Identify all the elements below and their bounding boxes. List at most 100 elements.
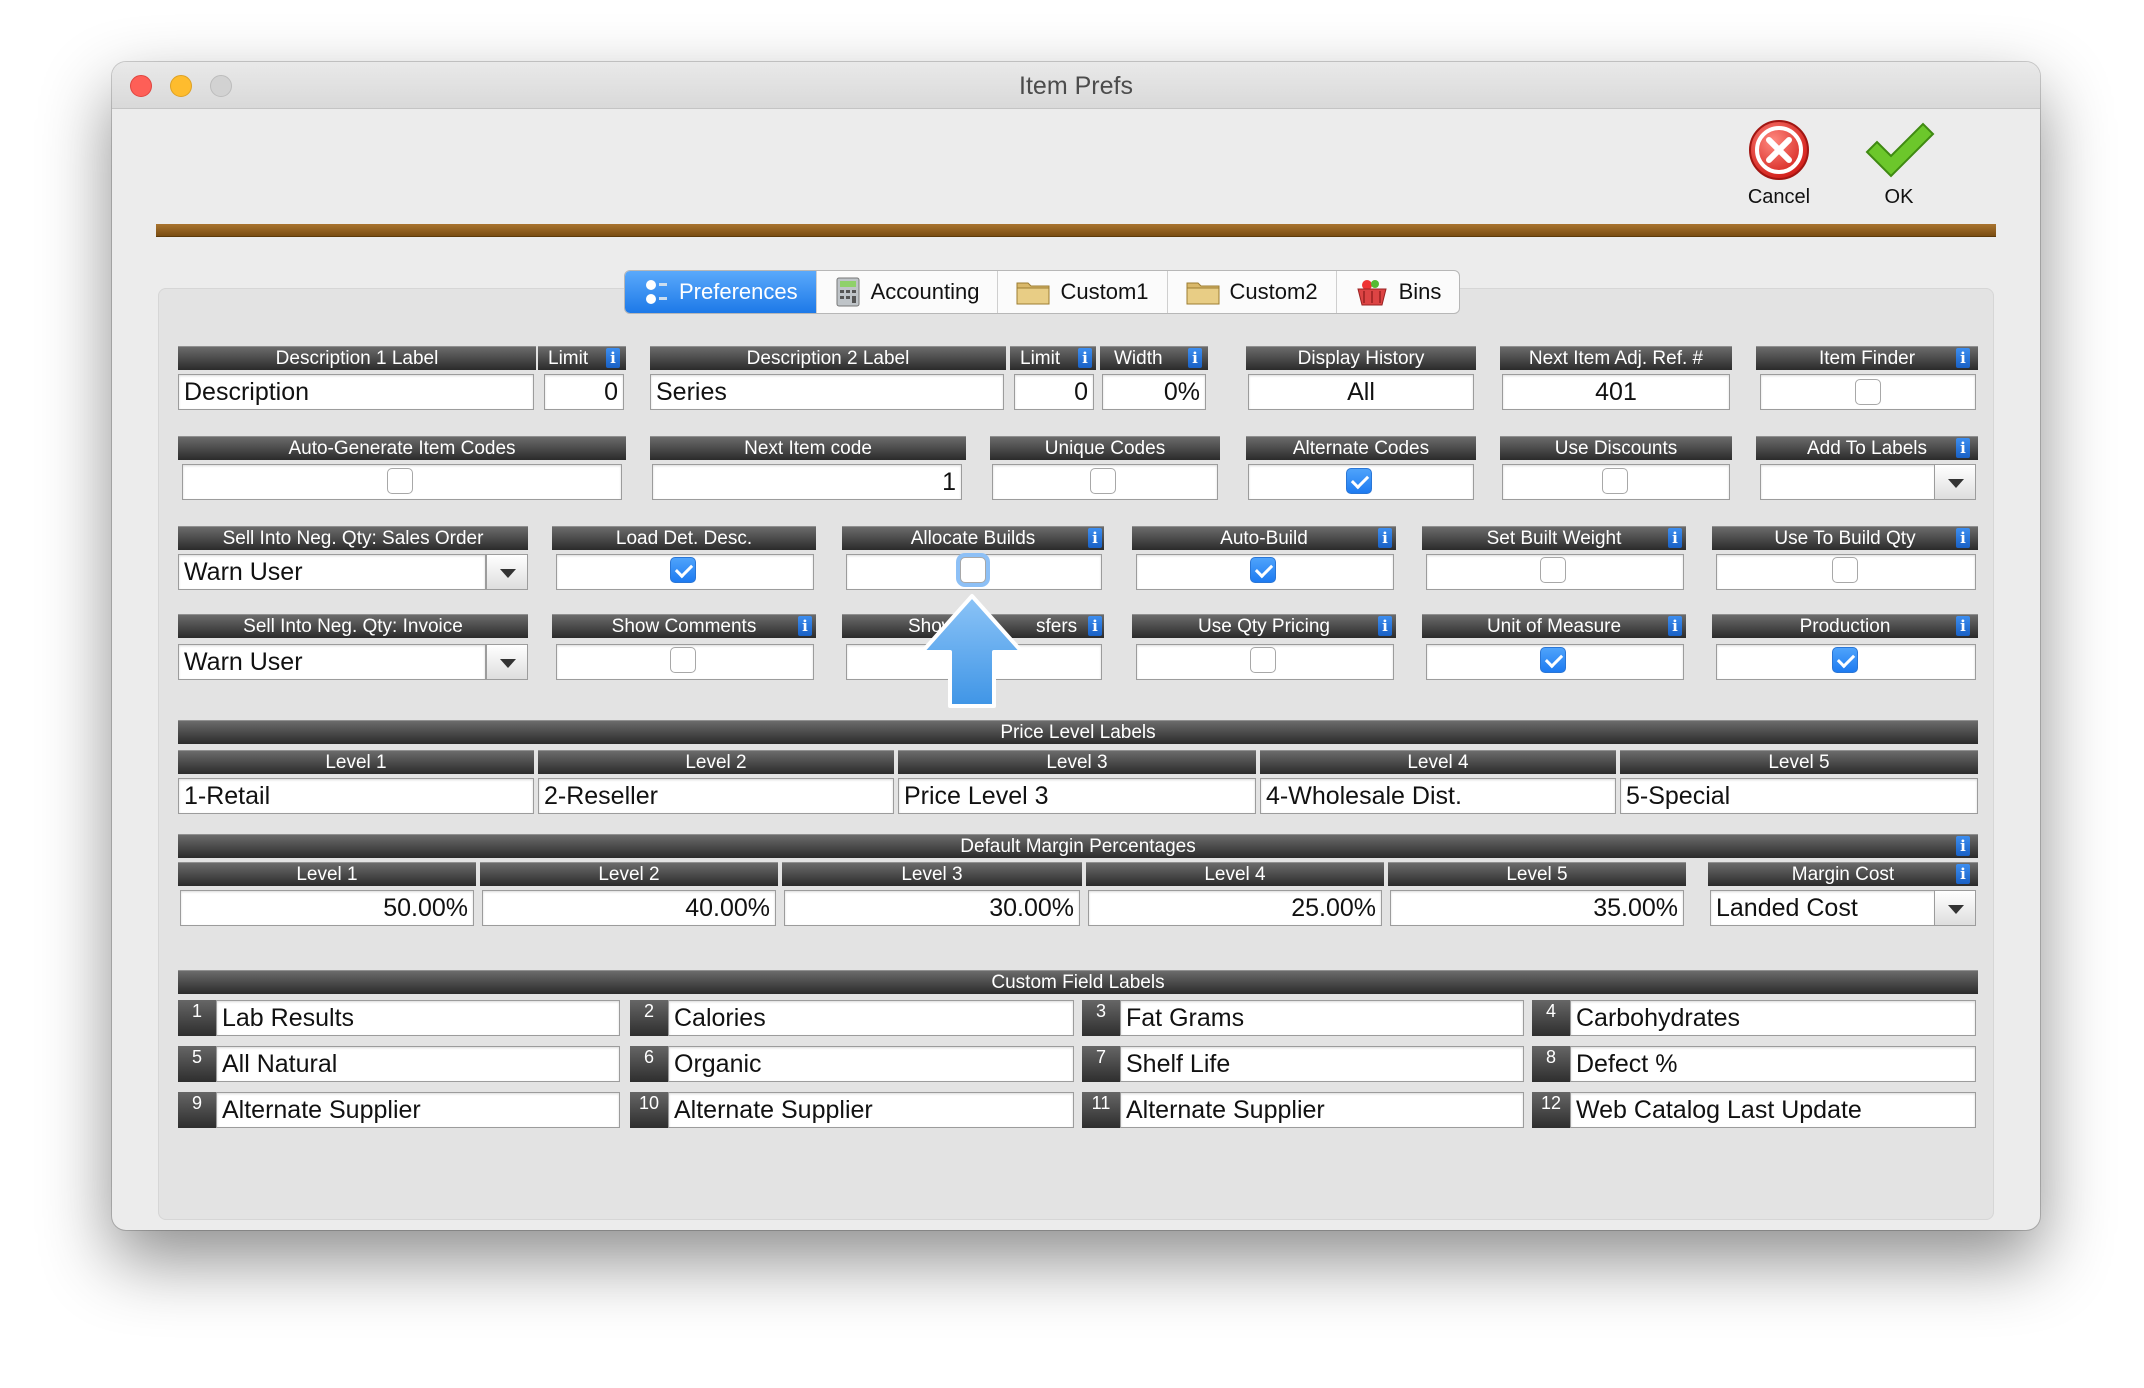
custom-field-6-number: 6 [630, 1046, 668, 1082]
unit-of-measure-checkbox[interactable] [1540, 647, 1566, 673]
item-finder-checkbox[interactable] [1855, 379, 1881, 405]
item-finder-info-icon[interactable]: i [1956, 348, 1970, 368]
use-qty-pricing-checkbox[interactable] [1250, 647, 1276, 673]
width-input[interactable]: 0% [1102, 374, 1206, 410]
production-checkbox[interactable] [1832, 647, 1858, 673]
custom-field-10-input[interactable]: Alternate Supplier [668, 1092, 1074, 1128]
limit2-input[interactable]: 0 [1014, 374, 1094, 410]
auto-build-header: Auto-Build [1132, 526, 1396, 550]
price-level-2-header: Level 2 [538, 750, 894, 774]
allocate-builds-info-icon[interactable]: i [1088, 528, 1102, 548]
desc2-label-input[interactable]: Series [650, 374, 1004, 410]
default-margin-header: Default Margin Percentages [178, 834, 1978, 858]
custom-field-7-input[interactable]: Shelf Life [1120, 1046, 1524, 1082]
price-level-4-input[interactable]: 4-Wholesale Dist. [1260, 778, 1616, 814]
custom-field-11-input[interactable]: Alternate Supplier [1120, 1092, 1524, 1128]
custom-field-12-input[interactable]: Web Catalog Last Update [1570, 1092, 1976, 1128]
custom-field-10-number: 10 [630, 1092, 668, 1128]
show-transfers-info-icon[interactable]: i [1088, 616, 1102, 636]
load-det-desc-header: Load Det. Desc. [552, 526, 816, 550]
tab-custom1[interactable]: Custom1 [998, 271, 1168, 313]
tab-bins[interactable]: Bins [1337, 271, 1460, 313]
tab-accounting[interactable]: Accounting [817, 271, 999, 313]
set-built-weight-info-icon[interactable]: i [1668, 528, 1682, 548]
margin-level-4-input[interactable]: 25.00% [1088, 890, 1382, 926]
desc1-label-input[interactable]: Description [178, 374, 534, 410]
auto-gen-header: Auto-Generate Item Codes [178, 436, 626, 460]
auto-gen-checkbox[interactable] [387, 468, 413, 494]
add-to-labels-dropdown-icon[interactable] [1934, 464, 1976, 500]
unit-of-measure-info-icon[interactable]: i [1668, 616, 1682, 636]
margin-level-5-header: Level 5 [1388, 862, 1686, 886]
auto-build-info-icon[interactable]: i [1378, 528, 1392, 548]
custom-field-1-input[interactable]: Lab Results [216, 1000, 620, 1036]
margin-level-5-input[interactable]: 35.00% [1390, 890, 1684, 926]
custom-field-2-input[interactable]: Calories [668, 1000, 1074, 1036]
default-margin-info-icon[interactable]: i [1956, 836, 1970, 856]
production-info-icon[interactable]: i [1956, 616, 1970, 636]
custom-field-9-input[interactable]: Alternate Supplier [216, 1092, 620, 1128]
cancel-button[interactable]: Cancel [1724, 118, 1834, 209]
limit1-input[interactable]: 0 [544, 374, 624, 410]
set-built-weight-checkbox[interactable] [1540, 557, 1566, 583]
show-comments-info-icon[interactable]: i [798, 616, 812, 636]
margin-level-4-header: Level 4 [1086, 862, 1384, 886]
ok-button[interactable]: OK [1844, 118, 1954, 209]
price-level-3-input[interactable]: Price Level 3 [898, 778, 1256, 814]
ok-label: OK [1884, 186, 1914, 208]
custom-field-4-number: 4 [1532, 1000, 1570, 1036]
display-history-select[interactable]: All [1248, 374, 1474, 410]
add-to-labels-select[interactable] [1760, 464, 1936, 500]
next-adj-ref-input[interactable]: 401 [1502, 374, 1730, 410]
tab-preferences[interactable]: Preferences [625, 271, 817, 313]
add-to-labels-info-icon[interactable]: i [1956, 438, 1970, 458]
use-qty-pricing-info-icon[interactable]: i [1378, 616, 1392, 636]
preferences-icon [643, 277, 669, 307]
next-code-input[interactable]: 1 [652, 464, 962, 500]
margin-cost-dropdown-icon[interactable] [1934, 890, 1976, 926]
load-det-desc-checkbox[interactable] [670, 557, 696, 583]
sell-neg-inv-header: Sell Into Neg. Qty: Invoice [178, 614, 528, 638]
unit-of-measure-header: Unit of Measure [1422, 614, 1686, 638]
margin-level-2-input[interactable]: 40.00% [482, 890, 776, 926]
custom-field-12-number: 12 [1532, 1092, 1570, 1128]
limit2-info-icon[interactable]: i [1078, 348, 1092, 368]
price-level-3-header: Level 3 [898, 750, 1256, 774]
sell-neg-inv-select[interactable]: Warn User [178, 644, 486, 680]
allocate-builds-checkbox[interactable] [960, 557, 986, 583]
sell-neg-so-header: Sell Into Neg. Qty: Sales Order [178, 526, 528, 550]
custom-field-4-input[interactable]: Carbohydrates [1570, 1000, 1976, 1036]
use-discounts-checkbox[interactable] [1602, 468, 1628, 494]
price-level-2-input[interactable]: 2-Reseller [538, 778, 894, 814]
next-adj-ref-header: Next Item Adj. Ref. # [1500, 346, 1732, 370]
price-level-5-input[interactable]: 5-Special [1620, 778, 1978, 814]
custom-field-11-number: 11 [1082, 1092, 1120, 1128]
custom-field-5-input[interactable]: All Natural [216, 1046, 620, 1082]
use-to-build-qty-info-icon[interactable]: i [1956, 528, 1970, 548]
margin-cost-info-icon[interactable]: i [1956, 864, 1970, 884]
use-to-build-qty-checkbox[interactable] [1832, 557, 1858, 583]
price-level-1-header: Level 1 [178, 750, 534, 774]
custom-field-8-number: 8 [1532, 1046, 1570, 1082]
custom-field-6-input[interactable]: Organic [668, 1046, 1074, 1082]
calculator-icon [835, 277, 861, 307]
use-qty-pricing-header: Use Qty Pricing [1132, 614, 1396, 638]
custom-field-3-input[interactable]: Fat Grams [1120, 1000, 1524, 1036]
limit1-info-icon[interactable]: i [606, 348, 620, 368]
custom-field-8-input[interactable]: Defect % [1570, 1046, 1976, 1082]
folder-icon [1186, 279, 1220, 305]
price-level-1-input[interactable]: 1-Retail [178, 778, 534, 814]
sell-neg-so-dropdown-icon[interactable] [486, 554, 528, 590]
alternate-codes-checkbox[interactable] [1346, 468, 1372, 494]
auto-build-checkbox[interactable] [1250, 557, 1276, 583]
sell-neg-so-select[interactable]: Warn User [178, 554, 486, 590]
margin-level-1-input[interactable]: 50.00% [180, 890, 474, 926]
margin-cost-header: Margin Cost [1708, 862, 1978, 886]
width-info-icon[interactable]: i [1188, 348, 1202, 368]
sell-neg-inv-dropdown-icon[interactable] [486, 644, 528, 680]
tab-custom2[interactable]: Custom2 [1168, 271, 1337, 313]
margin-cost-select[interactable]: Landed Cost [1710, 890, 1936, 926]
unique-codes-checkbox[interactable] [1090, 468, 1116, 494]
margin-level-3-input[interactable]: 30.00% [784, 890, 1080, 926]
show-comments-checkbox[interactable] [670, 647, 696, 673]
